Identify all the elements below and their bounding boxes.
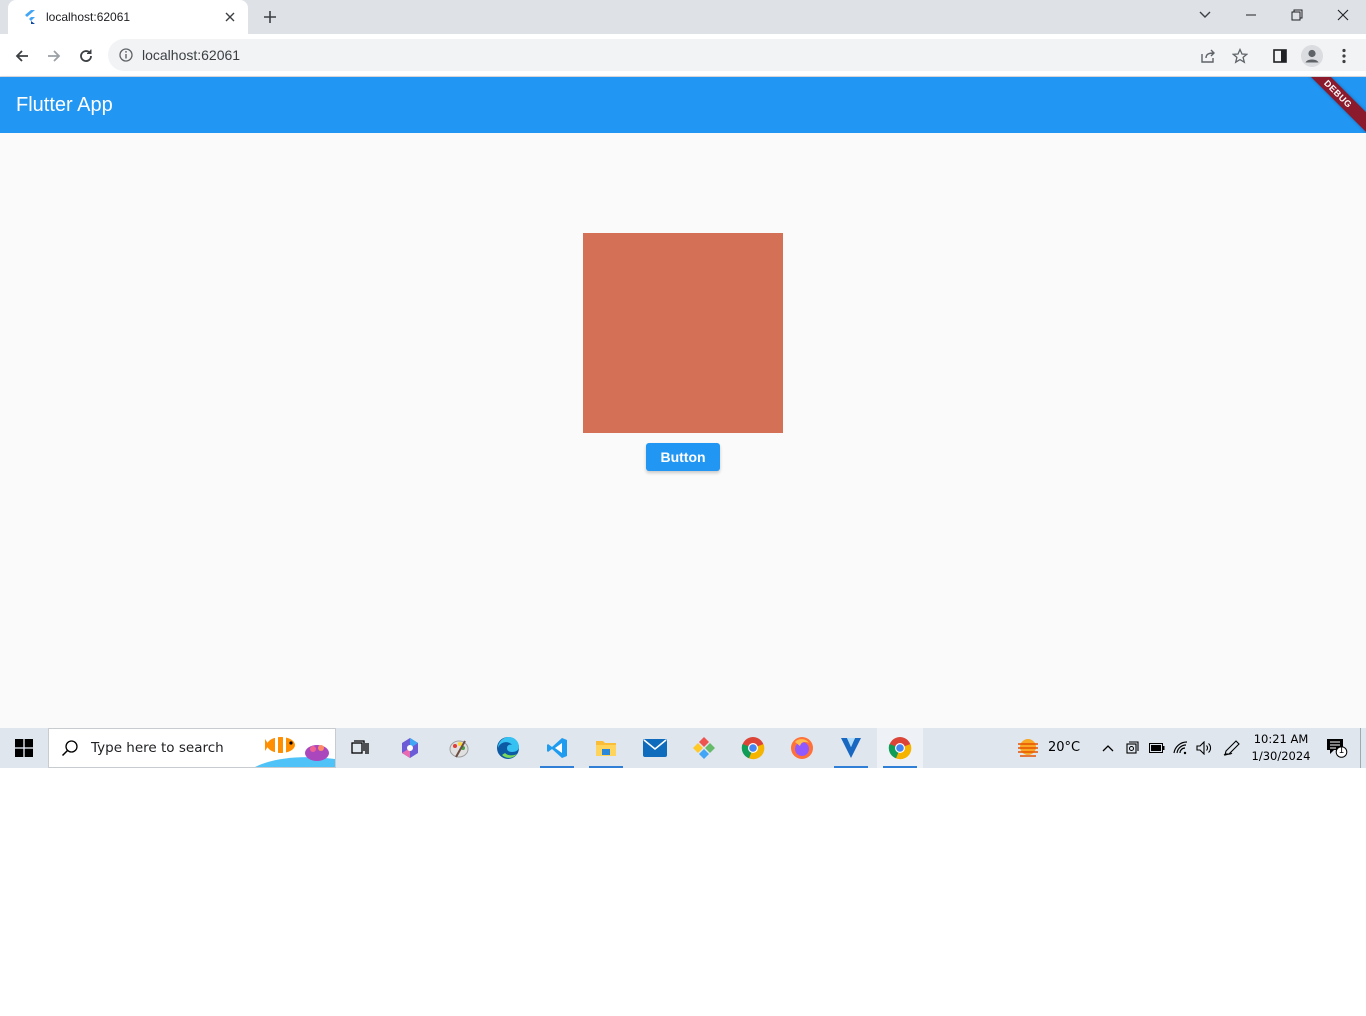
new-tab-button[interactable] bbox=[258, 5, 282, 29]
pen-ink-workspace-icon[interactable] bbox=[1222, 738, 1242, 758]
search-icon bbox=[61, 739, 79, 757]
minimize-button[interactable] bbox=[1228, 0, 1274, 30]
show-desktop-button[interactable] bbox=[1360, 728, 1361, 768]
main-button[interactable]: Button bbox=[646, 443, 720, 471]
app-title: Flutter App bbox=[16, 94, 113, 116]
weather-haze-icon[interactable] bbox=[1016, 737, 1040, 759]
notification-count: 1 bbox=[1338, 746, 1345, 756]
tab-search-chevron-down-icon[interactable] bbox=[1182, 0, 1228, 30]
color-box bbox=[583, 233, 783, 433]
more-menu-icon[interactable] bbox=[1330, 42, 1358, 70]
close-window-button[interactable] bbox=[1320, 0, 1366, 30]
bookmark-star-icon[interactable] bbox=[1226, 42, 1254, 70]
tab-title: localhost:62061 bbox=[46, 10, 131, 24]
search-placeholder: Type here to search bbox=[91, 740, 224, 756]
windows-logo-icon bbox=[15, 739, 33, 757]
site-info-icon[interactable] bbox=[118, 47, 134, 63]
share-icon[interactable] bbox=[1194, 42, 1222, 70]
firefox-icon[interactable] bbox=[779, 728, 825, 768]
address-url[interactable]: localhost:62061 bbox=[142, 47, 240, 63]
start-button[interactable] bbox=[0, 728, 48, 768]
chrome-active-icon[interactable] bbox=[877, 728, 923, 768]
task-view-icon[interactable] bbox=[337, 728, 383, 768]
reload-button[interactable] bbox=[72, 42, 100, 70]
back-button[interactable] bbox=[8, 42, 36, 70]
wifi-icon[interactable] bbox=[1171, 738, 1191, 758]
browser-tab[interactable]: localhost:62061 bbox=[8, 0, 248, 34]
file-explorer-icon[interactable] bbox=[583, 728, 629, 768]
battery-icon[interactable] bbox=[1147, 738, 1167, 758]
vuetify-app-icon[interactable] bbox=[828, 728, 874, 768]
taskbar-search[interactable]: Type here to search bbox=[48, 728, 336, 768]
paint-icon[interactable] bbox=[436, 728, 482, 768]
taskbar-clock[interactable]: 10:21 AM 1/30/2024 bbox=[1250, 731, 1312, 765]
app-bar: Flutter App DEBUG bbox=[0, 77, 1366, 133]
chrome-icon[interactable] bbox=[730, 728, 776, 768]
side-panel-icon[interactable] bbox=[1266, 42, 1294, 70]
tab-close-icon[interactable] bbox=[222, 9, 238, 25]
notifications-icon[interactable]: 1 bbox=[1324, 738, 1350, 758]
show-hidden-icons-chevron-up-icon[interactable] bbox=[1098, 738, 1118, 758]
meet-camera-icon[interactable] bbox=[1123, 738, 1143, 758]
copilot-icon[interactable] bbox=[387, 728, 433, 768]
clock-date: 1/30/2024 bbox=[1251, 749, 1311, 763]
flutter-favicon-icon bbox=[22, 9, 38, 25]
clock-time: 10:21 AM bbox=[1253, 732, 1309, 746]
restore-button[interactable] bbox=[1274, 0, 1320, 30]
diamond-app-icon[interactable] bbox=[681, 728, 727, 768]
debug-banner: DEBUG bbox=[1292, 77, 1366, 133]
taskbar: Type here to search 20°C 10:21 AM 1/30/2… bbox=[0, 728, 1366, 768]
tab-strip: localhost:62061 bbox=[0, 0, 1366, 34]
screen: localhost:62061 localhost:62061 Flutter … bbox=[0, 0, 1366, 768]
volume-icon[interactable] bbox=[1194, 738, 1214, 758]
search-highlight-clownfish-icon bbox=[255, 729, 335, 767]
weather-temperature[interactable]: 20°C bbox=[1048, 740, 1080, 755]
profile-avatar-icon[interactable] bbox=[1298, 42, 1326, 70]
address-bar[interactable]: localhost:62061 bbox=[108, 39, 1366, 71]
app-content: Button bbox=[0, 133, 1366, 728]
edge-icon[interactable] bbox=[485, 728, 531, 768]
mail-icon[interactable] bbox=[632, 728, 678, 768]
forward-button[interactable] bbox=[40, 42, 68, 70]
browser-toolbar: localhost:62061 bbox=[0, 34, 1366, 77]
vscode-icon[interactable] bbox=[534, 728, 580, 768]
